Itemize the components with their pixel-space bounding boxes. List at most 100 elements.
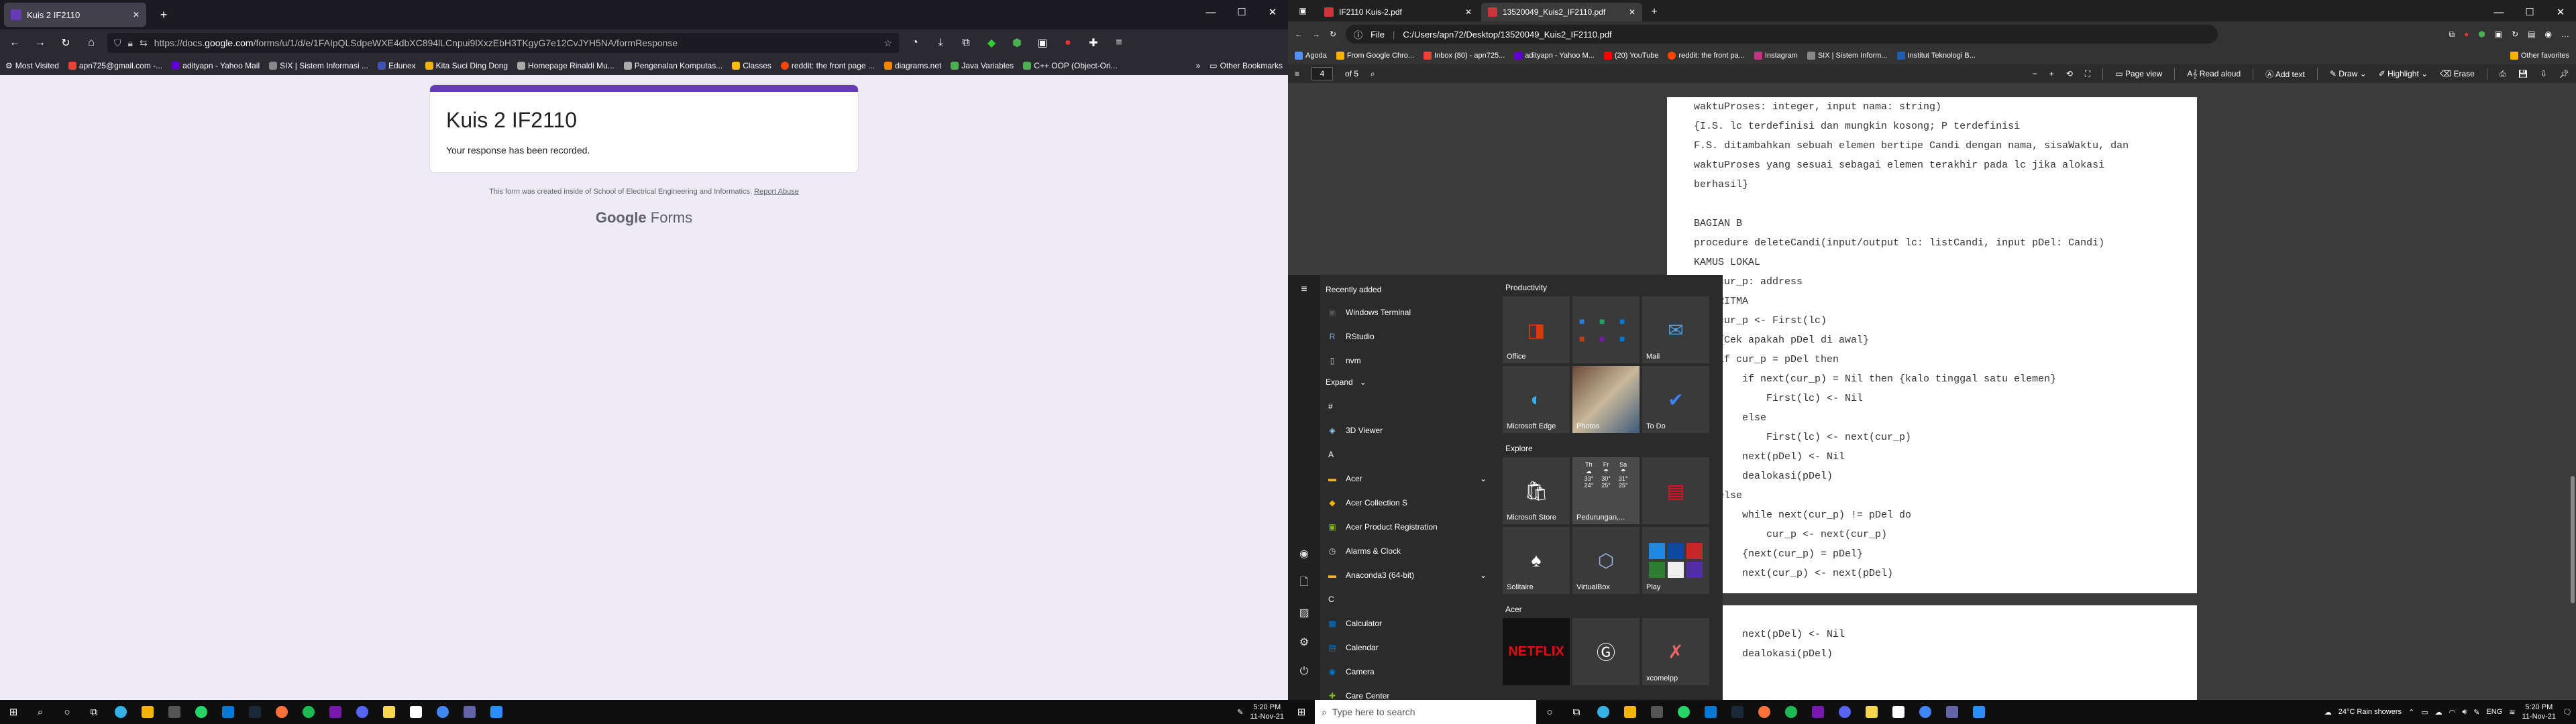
app-list-item[interactable]: ◉ Camera [1326, 664, 1375, 680]
menu-hamburger-icon[interactable]: ≡ [1110, 34, 1128, 52]
fit-page-icon[interactable]: ⛶ [2085, 69, 2090, 79]
chrome-icon[interactable] [1912, 700, 1939, 724]
weather-text[interactable]: 24°C Rain showers [2339, 708, 2402, 716]
minimize-icon[interactable]: — [2483, 0, 2514, 24]
favorite-item[interactable]: SIX | Sistem Inform... [1807, 52, 1888, 60]
onenote-taskbar-icon[interactable] [1805, 700, 1831, 724]
pen-icon[interactable]: ✎ [2473, 708, 2479, 717]
alpha-group-header[interactable]: C [1326, 591, 1334, 607]
favorite-item[interactable]: Institut Teknologi B... [1896, 52, 1976, 60]
edge-tab-active[interactable]: 13520049_Kuis2_IF2110.pdf ✕ [1481, 3, 1642, 21]
notion-icon[interactable] [402, 700, 429, 724]
rotate-icon[interactable]: ⟲ [2066, 69, 2073, 78]
app-list-item[interactable]: ◷ Alarms & Clock [1326, 543, 1401, 559]
expand-button[interactable]: Expand ⌄ [1326, 374, 1366, 390]
maximize-icon[interactable]: ☐ [2514, 0, 2545, 24]
other-favorites[interactable]: Other favorites [2510, 52, 2569, 60]
back-icon[interactable]: ← [5, 34, 24, 52]
windows-start-icon[interactable]: ⊞ [1288, 700, 1315, 724]
tile-store[interactable]: 🛍︎ Microsoft Store [1503, 457, 1570, 524]
page-view-button[interactable]: ▭ Page view [2115, 69, 2162, 78]
app-folder-item[interactable]: ▬ Acer ⌄ [1326, 471, 1487, 487]
more-icon[interactable]: … [2561, 29, 2569, 39]
favorite-item[interactable]: Instagram [1754, 52, 1798, 60]
edge-taskbar-icon[interactable] [107, 700, 134, 724]
favorite-item[interactable]: adityapn - Yahoo M... [1514, 52, 1595, 60]
close-window-icon[interactable]: ✕ [2545, 0, 2576, 24]
spotify-icon[interactable] [1778, 700, 1805, 724]
bookmark-item[interactable]: apn725@gmail.com -... [68, 61, 162, 70]
permissions-icon[interactable]: ⇆ [140, 38, 148, 49]
contents-icon[interactable]: ≡ [1295, 69, 1299, 78]
page-number-input[interactable]: 4 [1311, 67, 1334, 80]
reload-icon[interactable]: ↻ [56, 34, 75, 52]
alpha-group-header[interactable]: A [1326, 446, 1334, 463]
zoom-icon[interactable] [1966, 700, 1992, 724]
save-as-icon[interactable]: ⇩ [2540, 69, 2547, 78]
pen-icon[interactable]: ✎ [1237, 708, 1243, 717]
bookmark-item[interactable]: adityapn - Yahoo Mail [172, 61, 260, 70]
extension-icon[interactable]: ▣ [2495, 29, 2502, 39]
extension-shield-icon[interactable]: ⬢ [2478, 29, 2485, 39]
extension-red-icon[interactable]: ● [2464, 29, 2469, 39]
whatsapp-icon[interactable] [188, 700, 215, 724]
url-bar[interactable]: ⛉ 🔒︎ ⇆ https://docs.google.com/forms/u/1… [107, 33, 899, 53]
teams-icon[interactable] [456, 700, 483, 724]
tile-todo[interactable]: ✔ To Do [1642, 366, 1709, 433]
clock-left[interactable]: 5:20 PM 11-Nov-21 [1250, 703, 1284, 721]
whatsapp-icon[interactable] [1670, 700, 1697, 724]
file-explorer-icon[interactable] [1617, 700, 1644, 724]
clock[interactable]: 5:20 PM 11-Nov-21 [2522, 703, 2556, 721]
report-abuse-link[interactable]: Report Abuse [754, 188, 799, 196]
taskbar-search-box[interactable]: ⌕ Type here to search [1315, 700, 1536, 724]
tile-app-group[interactable]: ■ ■ ■ ■ ■ ■ [1572, 296, 1640, 363]
mail-taskbar-icon[interactable] [1697, 700, 1724, 724]
wifi-icon[interactable]: ≋ [2509, 708, 2515, 717]
firefox-taskbar-icon[interactable] [1751, 700, 1778, 724]
favorite-item[interactable]: Agoda [1295, 52, 1327, 60]
volume-icon[interactable]: 🔊︎ [2462, 708, 2467, 717]
bookmark-item[interactable]: C++ OOP (Object-Ori... [1023, 61, 1118, 70]
refresh-extension-icon[interactable]: ↻ [2512, 29, 2518, 39]
save-icon[interactable]: 💾︎ [2518, 69, 2528, 78]
language-indicator[interactable]: ENG [2486, 708, 2502, 716]
sticky-notes-icon[interactable] [376, 700, 402, 724]
steam-icon[interactable] [241, 700, 268, 724]
bookmark-item[interactable]: Edunex [377, 61, 416, 70]
bookmark-item[interactable]: Java Variables [951, 61, 1014, 70]
tile-solitaire[interactable]: ♠ Solitaire [1503, 527, 1570, 594]
user-avatar-icon[interactable]: ◉ [1296, 546, 1312, 562]
edge-taskbar-icon[interactable] [1590, 700, 1617, 724]
power-icon[interactable]: ⏻ [1296, 664, 1312, 680]
app-list-item[interactable]: ▤ Calendar [1326, 640, 1378, 656]
reading-mode-icon[interactable]: ⧉ [2449, 29, 2455, 40]
task-view-icon[interactable]: ⧉ [1563, 700, 1590, 724]
firefox-tab-active[interactable]: Kuis 2 IF2110 ✕ [4, 3, 146, 27]
notion-icon[interactable] [1885, 700, 1912, 724]
zoom-in-icon[interactable]: + [2049, 69, 2054, 78]
recent-app-item[interactable]: R RStudio [1326, 328, 1375, 345]
home-icon[interactable]: ⌂ [82, 34, 101, 52]
other-bookmarks[interactable]: ▭ Other Bookmarks [1210, 61, 1283, 70]
windows-start-icon[interactable]: ⊞ [0, 700, 27, 724]
back-icon[interactable]: ← [1295, 29, 1303, 39]
tile-weather[interactable]: Th ☁ 33° 24° Fr ☂ 30° 25° Sa ☂ 31° 25° Pedurungan… [1572, 457, 1640, 524]
pocket-icon[interactable]: ◔ [906, 34, 924, 52]
bookmark-item[interactable]: diagrams.net [883, 61, 941, 70]
network-wifi-icon[interactable]: ◠ [2449, 708, 2456, 717]
notifications-icon[interactable]: 🗨︎ [2563, 708, 2572, 717]
extension-red-icon[interactable]: ● [1059, 34, 1077, 52]
teams-icon[interactable] [1939, 700, 1966, 724]
search-icon[interactable]: ⌕ [1371, 69, 1375, 79]
task-view-icon[interactable]: ⧉ [80, 700, 107, 724]
settings-gear-icon[interactable]: ⚙ [1296, 634, 1312, 650]
scrollbar-thumb[interactable] [2571, 476, 2575, 603]
app-list-item[interactable]: ◈ 3D Viewer [1326, 422, 1383, 438]
draw-button[interactable]: ✎ Draw ⌄ [2330, 69, 2367, 78]
url-bar[interactable]: ⓘ File | C:/Users/apn72/Desktop/13520049… [1346, 25, 2218, 44]
firefox-taskbar-icon[interactable] [268, 700, 295, 724]
show-hidden-icons-icon[interactable]: ⌃ [2408, 708, 2414, 717]
tile-netflix[interactable]: NETFLIX [1503, 618, 1570, 685]
bookmark-item[interactable]: SIX | Sistem Informasi ... [269, 61, 368, 70]
favorite-item[interactable]: Inbox (80) - apn725... [1424, 52, 1505, 60]
